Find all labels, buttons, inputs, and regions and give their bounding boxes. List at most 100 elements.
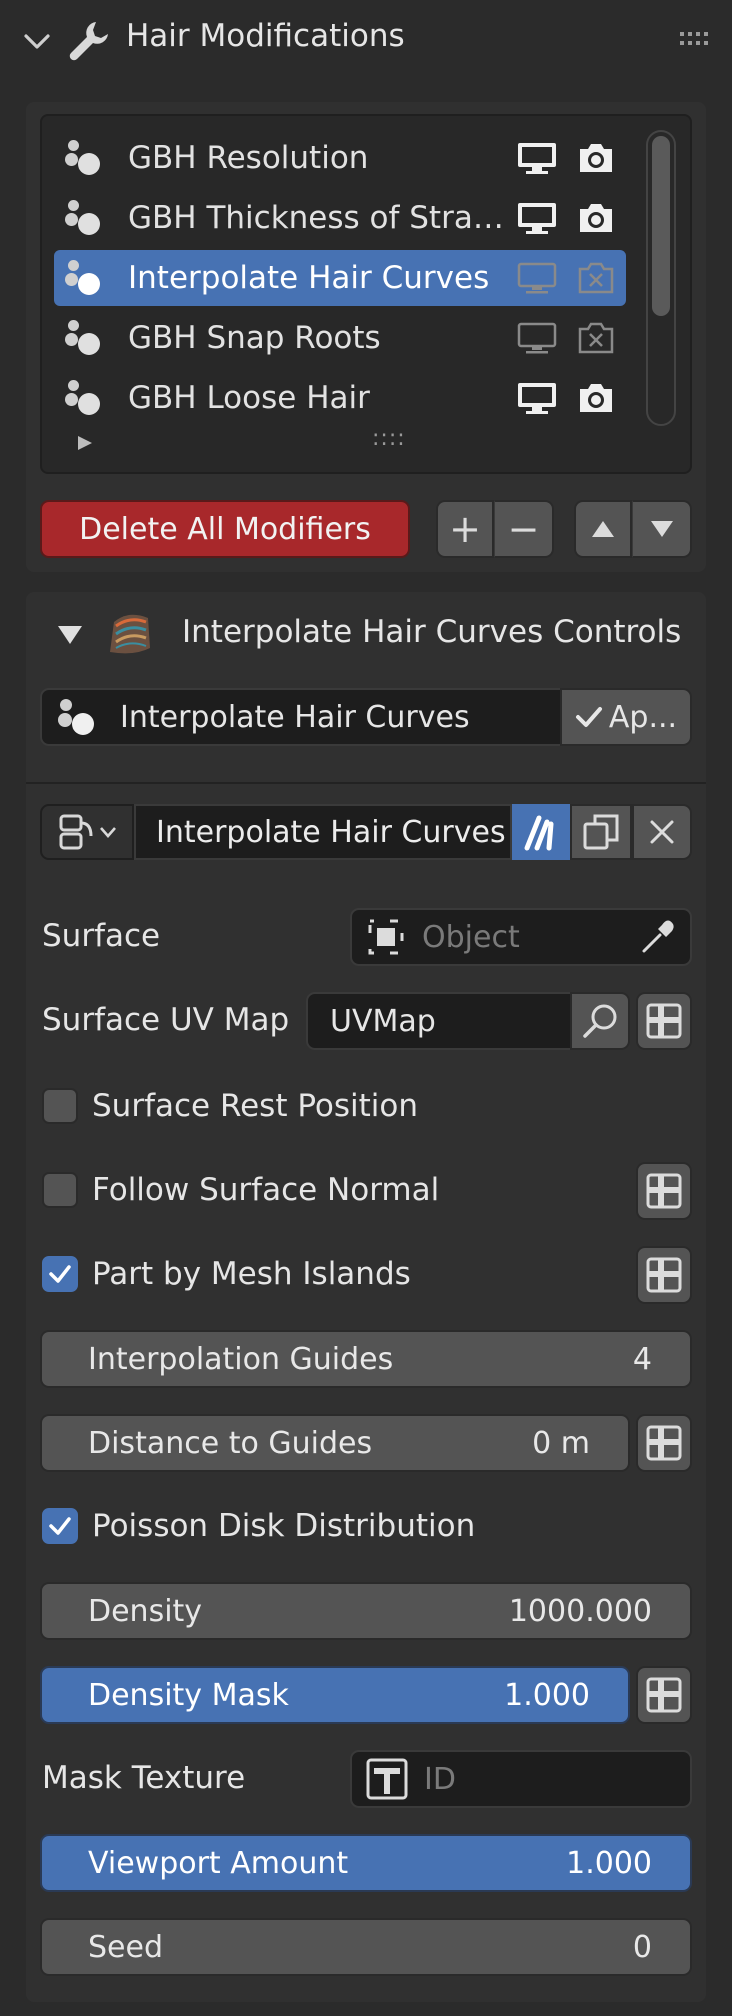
node-group-icon — [56, 695, 100, 739]
node-group-icon — [62, 376, 106, 420]
unlink-button[interactable] — [632, 804, 692, 860]
attribute-toggle-icon — [646, 1257, 682, 1293]
poisson-row[interactable]: Poisson Disk Distribution — [42, 1508, 475, 1544]
surface-uv-field[interactable]: UVMap — [306, 992, 572, 1050]
chevron-down-icon[interactable] — [22, 26, 52, 56]
modifier-list-item[interactable]: Interpolate Hair Curves — [54, 250, 626, 306]
list-scrollbar-thumb[interactable] — [652, 136, 670, 316]
part-islands-row[interactable]: Part by Mesh Islands — [42, 1256, 411, 1292]
density-field[interactable]: Density 1000.000 — [40, 1582, 692, 1640]
surface-uv-label: Surface UV Map — [42, 1002, 290, 1038]
distance-guides-attribute-toggle[interactable] — [636, 1414, 692, 1472]
attribute-toggle-icon — [646, 1003, 682, 1039]
expand-filter-icon[interactable] — [76, 434, 94, 452]
mask-texture-label: Mask Texture — [42, 1760, 246, 1796]
list-resize-grip[interactable]: :::: — [372, 426, 406, 451]
apply-label: Ap... — [608, 699, 678, 735]
monitor-icon[interactable] — [516, 141, 558, 175]
seed-value: 0 — [632, 1929, 652, 1965]
distance-guides-field[interactable]: Distance to Guides 0 m — [40, 1414, 630, 1472]
node-group-name: Interpolate Hair Curves — [156, 814, 506, 850]
interpolation-guides-label: Interpolation Guides — [88, 1341, 394, 1377]
camera-icon[interactable] — [576, 201, 616, 235]
move-down-button[interactable] — [632, 500, 692, 558]
interpolation-guides-field[interactable]: Interpolation Guides 4 — [40, 1330, 692, 1388]
delete-all-label: Delete All Modifiers — [79, 511, 371, 547]
monitor-icon[interactable] — [516, 201, 558, 235]
remove-modifier-button[interactable]: − — [494, 500, 554, 558]
follow-normal-row[interactable]: Follow Surface Normal — [42, 1172, 439, 1208]
viewport-amount-value: 1.000 — [566, 1845, 652, 1881]
modifier-list-item[interactable]: GBH Resolution — [54, 130, 626, 186]
hair-texture-icon — [104, 608, 154, 658]
delete-all-modifiers-button[interactable]: Delete All Modifiers — [40, 500, 410, 558]
modifier-name: GBH Snap Roots — [128, 320, 381, 356]
triangle-up-icon — [592, 521, 614, 537]
modifier-name: GBH Loose Hair — [128, 380, 370, 416]
surface-rest-row[interactable]: Surface Rest Position — [42, 1088, 418, 1124]
node-name: Interpolate Hair Curves — [120, 699, 470, 735]
monitor-icon[interactable] — [516, 381, 558, 415]
mask-texture-placeholder: ID — [424, 1761, 456, 1797]
camera-icon[interactable] — [576, 141, 616, 175]
controls-title: Interpolate Hair Curves Controls — [182, 614, 682, 650]
plus-icon: + — [449, 507, 481, 551]
separator — [26, 782, 706, 784]
apply-button[interactable]: Ap... — [560, 688, 692, 746]
camera-icon[interactable] — [576, 321, 616, 355]
seed-field[interactable]: Seed 0 — [40, 1918, 692, 1976]
interpolation-guides-value: 4 — [632, 1341, 652, 1377]
part-islands-attribute-toggle[interactable] — [636, 1246, 692, 1304]
camera-icon[interactable] — [576, 381, 616, 415]
surface-label: Surface — [42, 918, 161, 954]
eyedropper-icon[interactable] — [638, 917, 678, 957]
duplicate-button[interactable] — [570, 804, 632, 860]
modifier-list-item[interactable]: GBH Thickness of Stra… — [54, 190, 626, 246]
surface-object-field[interactable]: Object — [350, 908, 692, 966]
density-mask-value: 1.000 — [504, 1677, 590, 1713]
modifier-name: Interpolate Hair Curves — [128, 260, 490, 296]
seed-label: Seed — [88, 1929, 163, 1965]
add-remove-group: + − — [436, 500, 554, 558]
poisson-label: Poisson Disk Distribution — [92, 1508, 476, 1544]
monitor-icon[interactable] — [516, 261, 558, 295]
modifier-list[interactable]: GBH Resolution GBH Thickness of Stra… Inte… — [40, 114, 692, 474]
wrench-icon — [66, 18, 112, 64]
add-modifier-button[interactable]: + — [436, 500, 494, 558]
distance-guides-label: Distance to Guides — [88, 1425, 373, 1461]
checkmark-icon — [49, 1265, 71, 1283]
mask-texture-field[interactable]: ID — [350, 1750, 692, 1808]
follow-normal-label: Follow Surface Normal — [92, 1172, 440, 1208]
uv-attribute-toggle[interactable] — [636, 992, 692, 1050]
camera-icon[interactable] — [576, 261, 616, 295]
poisson-checkbox[interactable] — [42, 1508, 78, 1544]
controls-collapse-icon[interactable] — [56, 622, 84, 646]
fake-user-icon — [524, 815, 554, 851]
node-group-icon — [62, 316, 106, 360]
follow-normal-checkbox[interactable] — [42, 1172, 78, 1208]
surface-uv-value: UVMap — [330, 1003, 436, 1039]
density-value: 1000.000 — [508, 1593, 652, 1629]
follow-normal-attribute-toggle[interactable] — [636, 1162, 692, 1220]
move-group — [574, 500, 692, 558]
surface-rest-checkbox[interactable] — [42, 1088, 78, 1124]
density-mask-field[interactable]: Density Mask 1.000 — [40, 1666, 630, 1724]
panel-title: Hair Modifications — [126, 18, 405, 54]
monitor-icon[interactable] — [516, 321, 558, 355]
modifier-list-item[interactable]: GBH Loose Hair — [54, 370, 626, 426]
move-up-button[interactable] — [574, 500, 632, 558]
node-group-name-field[interactable]: Interpolate Hair Curves — [134, 804, 512, 860]
modifier-list-item[interactable]: GBH Snap Roots — [54, 310, 626, 366]
density-mask-attribute-toggle[interactable] — [636, 1666, 692, 1724]
drag-grip-icon[interactable] — [680, 32, 710, 48]
part-islands-checkbox[interactable] — [42, 1256, 78, 1292]
node-name-field[interactable]: Interpolate Hair Curves — [40, 688, 562, 746]
viewport-amount-field[interactable]: Viewport Amount 1.000 — [40, 1834, 692, 1892]
node-group-icon — [62, 136, 106, 180]
node-type-dropdown[interactable] — [40, 804, 134, 860]
fake-user-button[interactable] — [512, 804, 570, 860]
minus-icon: − — [507, 507, 540, 551]
distance-guides-value: 0 m — [532, 1425, 590, 1461]
panel-header[interactable]: Hair Modifications — [0, 0, 732, 80]
uv-search-button[interactable] — [570, 992, 630, 1050]
